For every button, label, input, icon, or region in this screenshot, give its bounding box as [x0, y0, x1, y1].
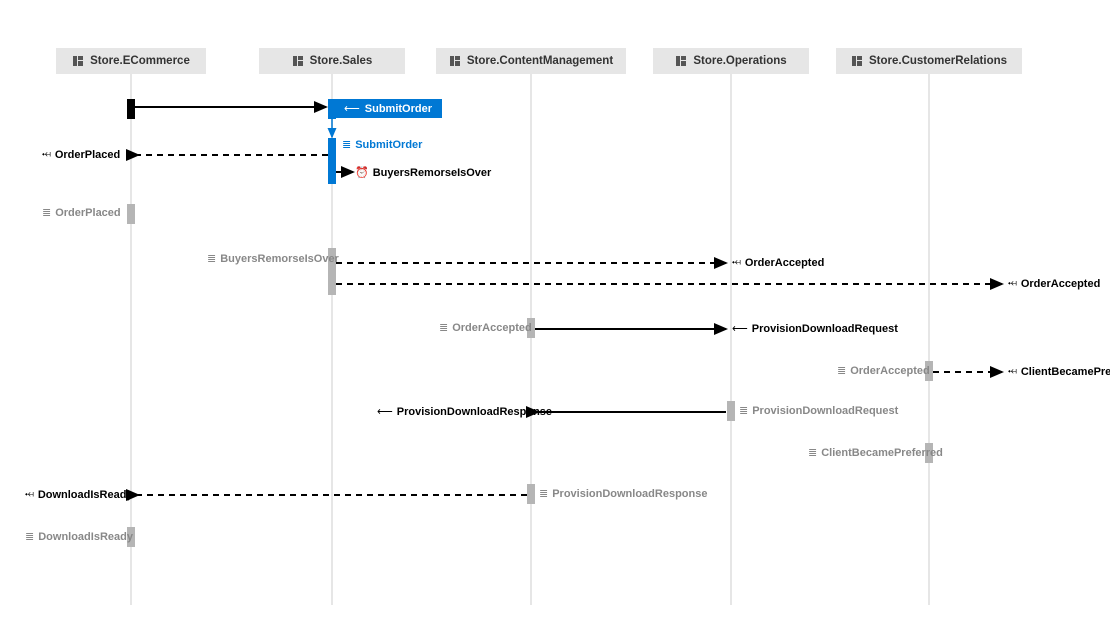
label-provision-response[interactable]: ⟵ ProvisionDownloadResponse	[377, 405, 552, 418]
text: OrderAccepted	[1021, 278, 1100, 290]
label-buyers-remorse-handler[interactable]: ≣ BuyersRemorseIsOver	[207, 252, 339, 265]
event-out-icon: ⤟	[1008, 365, 1017, 378]
lifeline-content	[530, 74, 532, 605]
label-client-became-preferred[interactable]: ⤟ ClientBecamePreferred	[1008, 365, 1110, 378]
handler-icon: ≣	[837, 364, 846, 377]
activation-ecommerce-orderplaced	[127, 204, 135, 224]
text: OrderAccepted	[452, 322, 531, 334]
lane-header-content[interactable]: Store.ContentManagement	[436, 48, 626, 74]
text: ProvisionDownloadResponse	[397, 406, 552, 418]
text: ProvisionDownloadResponse	[552, 488, 707, 500]
text: SubmitOrder	[355, 139, 422, 151]
text: DownloadIsReady	[38, 489, 133, 501]
lifeline-ops	[730, 74, 732, 605]
handler-icon: ≣	[42, 206, 51, 219]
label-download-ready-handler[interactable]: ≣ DownloadIsReady	[25, 530, 133, 543]
activation-content-response	[527, 484, 535, 504]
label-order-accepted-customer[interactable]: ⤟ OrderAccepted	[1008, 277, 1100, 290]
command-in-icon: ⟵	[377, 405, 393, 418]
lane-header-customer[interactable]: Store.CustomerRelations	[836, 48, 1022, 74]
lane-header-sales[interactable]: Store.Sales	[259, 48, 405, 74]
lifeline-ecommerce	[130, 74, 132, 605]
handler-icon: ≣	[539, 487, 548, 500]
endpoint-icon	[449, 55, 461, 67]
text: ClientBecamePreferred	[821, 447, 943, 459]
text: OrderAccepted	[850, 365, 929, 377]
text: ClientBecamePreferred	[1021, 366, 1110, 378]
badge-label: SubmitOrder	[365, 103, 432, 115]
label-client-preferred-handler[interactable]: ≣ ClientBecamePreferred	[808, 446, 943, 459]
activation-ops-provision	[727, 401, 735, 421]
handler-icon: ≣	[739, 404, 748, 417]
text: DownloadIsReady	[38, 531, 133, 543]
handler-icon: ≣	[25, 530, 34, 543]
label-order-accepted-customer-handler[interactable]: ≣ OrderAccepted	[837, 364, 930, 377]
command-in-icon: ⟵	[732, 322, 748, 335]
lane-header-ops[interactable]: Store.Operations	[653, 48, 809, 74]
arrows-layer	[0, 0, 1110, 625]
activation-ecommerce-submit	[127, 99, 135, 119]
text: OrderPlaced	[55, 149, 120, 161]
lane-label: Store.Sales	[310, 55, 373, 67]
lane-label: Store.Operations	[693, 55, 786, 67]
lane-label: Store.ECommerce	[90, 55, 190, 67]
lane-label: Store.ContentManagement	[467, 55, 613, 67]
handler-icon: ≣	[808, 446, 817, 459]
text: BuyersRemorseIsOver	[220, 253, 339, 265]
event-out-icon: ⤟	[25, 488, 34, 501]
handler-icon: ≣	[342, 138, 351, 151]
label-download-ready[interactable]: ⤟ DownloadIsReady	[25, 488, 133, 501]
event-out-icon: ⤟	[1008, 277, 1017, 290]
label-submit-order-handler[interactable]: ≣ SubmitOrder	[342, 138, 422, 151]
text: OrderPlaced	[55, 207, 120, 219]
lane-label: Store.CustomerRelations	[869, 55, 1007, 67]
endpoint-icon	[675, 55, 687, 67]
endpoint-icon	[851, 55, 863, 67]
label-provision-request-handler[interactable]: ≣ ProvisionDownloadRequest	[739, 404, 898, 417]
text: OrderAccepted	[745, 257, 824, 269]
label-order-placed-handler[interactable]: ≣ OrderPlaced	[42, 206, 121, 219]
event-out-icon: ⤟	[42, 148, 51, 161]
lane-header-ecommerce[interactable]: Store.ECommerce	[56, 48, 206, 74]
text: ProvisionDownloadRequest	[752, 405, 898, 417]
label-order-accepted-content-handler[interactable]: ≣ OrderAccepted	[439, 321, 532, 334]
label-buyers-remorse-timeout[interactable]: ⏰ BuyersRemorseIsOver	[355, 166, 491, 179]
command-in-icon: ⟵	[344, 102, 360, 115]
activation-sales-handler	[328, 138, 336, 184]
badge-submit-order[interactable]: ⟵ SubmitOrder	[336, 99, 442, 118]
label-order-accepted-ops[interactable]: ⤟ OrderAccepted	[732, 256, 824, 269]
endpoint-icon	[72, 55, 84, 67]
timeout-icon: ⏰	[355, 166, 369, 179]
lifeline-customer	[928, 74, 930, 605]
label-order-placed-out[interactable]: ⤟ OrderPlaced	[42, 148, 120, 161]
handler-icon: ≣	[439, 321, 448, 334]
text: ProvisionDownloadRequest	[752, 323, 898, 335]
text: BuyersRemorseIsOver	[373, 167, 492, 179]
event-out-icon: ⤟	[732, 256, 741, 269]
label-provision-response-handler[interactable]: ≣ ProvisionDownloadResponse	[539, 487, 707, 500]
label-provision-request[interactable]: ⟵ ProvisionDownloadRequest	[732, 322, 898, 335]
activation-sales-submit-cmd	[328, 99, 336, 119]
handler-icon: ≣	[207, 252, 216, 265]
endpoint-icon	[292, 55, 304, 67]
